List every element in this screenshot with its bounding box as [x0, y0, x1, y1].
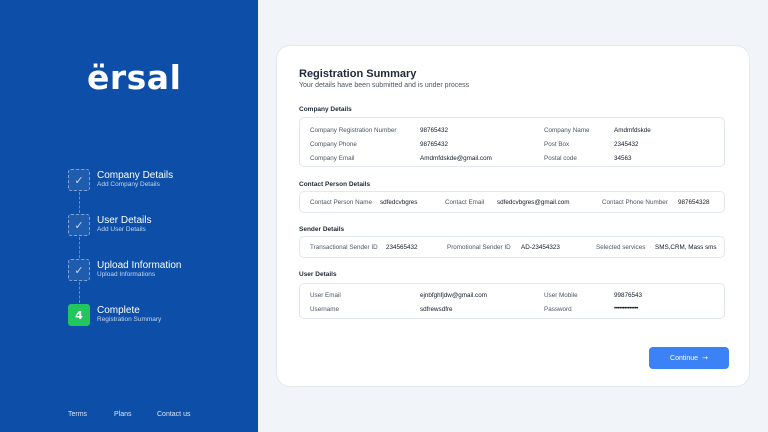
step-connector	[79, 192, 80, 213]
postal-code-label: Postal code	[544, 155, 577, 162]
username-label: Username	[310, 306, 340, 313]
company-name-value: Amdmfdskde	[614, 127, 651, 134]
company-details-box: Company Registration Number 98765432 Com…	[299, 117, 725, 167]
check-icon: ✓	[68, 259, 90, 281]
step-connector	[79, 237, 80, 258]
step-subtitle: Add Company Details	[97, 181, 160, 188]
company-email-value: Amdmfdskde@gmail.com	[420, 155, 492, 162]
footer-link-terms[interactable]: Terms	[68, 411, 87, 418]
company-email-label: Company Email	[310, 155, 355, 162]
continue-label: Continue	[670, 354, 699, 362]
step-title: Complete	[97, 305, 140, 316]
footer-link-contact[interactable]: Contact us	[157, 411, 190, 418]
company-phone-value: 98765432	[420, 141, 449, 148]
contact-email-value: sdfedcvbgres@gmail.com	[497, 199, 570, 206]
contact-details-box: Contact Person Name sdfedcvbgres Contact…	[299, 191, 725, 213]
promotional-sender-id-value: AD-23454323	[521, 244, 560, 251]
postal-code-value: 34563	[614, 155, 632, 162]
user-mobile-label: User Mobile	[544, 292, 578, 299]
promotional-sender-id-label: Promotional Sender ID	[447, 244, 511, 251]
step-title: Company Details	[97, 170, 174, 181]
user-mobile-value: 99876543	[614, 292, 643, 299]
step-number-badge: 4	[68, 304, 90, 326]
contact-email-label: Contact Email	[445, 199, 485, 206]
company-name-label: Company Name	[544, 127, 590, 134]
page-subtitle: Your details have been submitted and is …	[299, 82, 470, 89]
contact-person-name-value: sdfedcvbgres	[380, 199, 418, 206]
company-registration-number-value: 98765432	[420, 127, 449, 134]
step-company-details[interactable]: ✓ Company Details Add Company Details	[68, 169, 248, 193]
post-box-label: Post Box	[544, 141, 570, 148]
step-user-details[interactable]: ✓ User Details Add User Details	[68, 214, 248, 238]
company-phone-label: Company Phone	[310, 141, 357, 148]
step-subtitle: Add User Details	[97, 226, 146, 233]
selected-services-value: SMS,CRM, Mass sms	[655, 244, 717, 251]
section-title-sender: Sender Details	[299, 226, 345, 233]
contact-person-name-label: Contact Person Name	[310, 199, 372, 206]
post-box-value: 2345432	[614, 141, 639, 148]
password-label: Password	[544, 306, 572, 313]
password-value: ••••••••••••••	[614, 305, 638, 312]
step-upload-information[interactable]: ✓ Upload Information Upload Informations	[68, 259, 248, 283]
sender-details-box: Transactional Sender ID 234565432 Promot…	[299, 236, 725, 258]
step-title: Upload Information	[97, 260, 182, 271]
footer-link-plans[interactable]: Plans	[114, 411, 132, 418]
selected-services-label: Selected services	[596, 244, 646, 251]
step-complete[interactable]: 4 Complete Registration Summary	[68, 304, 248, 328]
brand-logo: ërsal	[87, 58, 182, 97]
step-connector	[79, 282, 80, 303]
sidebar: ërsal ✓ Company Details Add Company Deta…	[0, 0, 258, 432]
user-email-label: User Email	[310, 292, 341, 299]
company-registration-number-label: Company Registration Number	[310, 127, 397, 134]
transactional-sender-id-label: Transactional Sender ID	[310, 244, 378, 251]
step-subtitle: Upload Informations	[97, 271, 156, 278]
section-title-user: User Details	[299, 271, 337, 278]
registration-summary-card: Registration Summary Your details have b…	[276, 45, 750, 387]
check-icon: ✓	[68, 169, 90, 191]
arrow-right-icon: →	[702, 354, 708, 362]
user-email-value: ejnbfghfjdw@gmail.com	[420, 292, 487, 299]
step-subtitle: Registration Summary	[97, 316, 162, 323]
section-title-company: Company Details	[299, 106, 352, 113]
step-title: User Details	[97, 215, 152, 226]
check-icon: ✓	[68, 214, 90, 236]
username-value: sdfrewsdfre	[420, 306, 453, 313]
user-details-box: User Email ejnbfghfjdw@gmail.com User Mo…	[299, 283, 725, 319]
transactional-sender-id-value: 234565432	[386, 244, 418, 251]
section-title-contact: Contact Person Details	[299, 181, 371, 188]
contact-phone-label: Contact Phone Number	[602, 199, 668, 206]
continue-button[interactable]: Continue →	[649, 347, 729, 369]
page-title: Registration Summary	[299, 68, 417, 80]
contact-phone-value: 987654328	[678, 199, 710, 206]
